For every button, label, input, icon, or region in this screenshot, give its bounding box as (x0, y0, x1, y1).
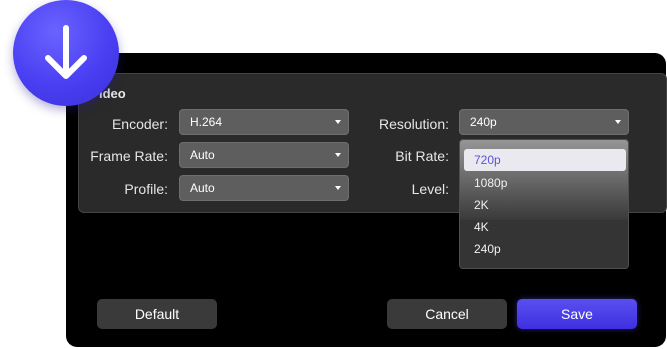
menu-option-4k[interactable]: 4K (474, 220, 489, 234)
chevron-down-icon (335, 186, 341, 190)
encoder-label: Encoder: (111, 116, 168, 132)
resolution-select-value: 240p (470, 115, 497, 129)
frame-rate-label: Frame Rate: (90, 148, 168, 164)
chevron-down-icon (335, 153, 341, 157)
menu-option-2k[interactable]: 2K (474, 198, 489, 212)
encoder-select-value: H.264 (190, 115, 223, 129)
menu-option-720p[interactable]: 720p (474, 153, 501, 167)
default-button[interactable]: Default (97, 299, 217, 329)
menu-option-1080p[interactable]: 1080p (474, 176, 507, 190)
encoder-select[interactable]: H.264 (179, 109, 349, 135)
frame-rate-select[interactable]: Auto (179, 142, 349, 168)
resolution-label: Resolution: (378, 116, 449, 132)
screen: ideo Encoder: Frame Rate: Profile: H.264… (0, 0, 667, 349)
frame-rate-select-value: Auto (190, 148, 215, 162)
download-arrow-icon (45, 25, 87, 79)
level-label: Level: (411, 181, 449, 197)
cancel-button[interactable]: Cancel (387, 299, 507, 329)
chevron-down-icon (335, 120, 341, 124)
chevron-down-icon (615, 120, 621, 124)
profile-select[interactable]: Auto (179, 175, 349, 201)
profile-select-value: Auto (190, 181, 215, 195)
resolution-select[interactable]: 240p (459, 109, 629, 135)
bit-rate-label: Bit Rate: (395, 148, 449, 164)
menu-option-240p[interactable]: 240p (474, 242, 501, 256)
profile-label: Profile: (124, 181, 168, 197)
download-badge (13, 0, 119, 106)
resolution-dropdown-menu: 720p 1080p 2K 4K 240p (459, 139, 629, 269)
save-button[interactable]: Save (517, 299, 637, 329)
